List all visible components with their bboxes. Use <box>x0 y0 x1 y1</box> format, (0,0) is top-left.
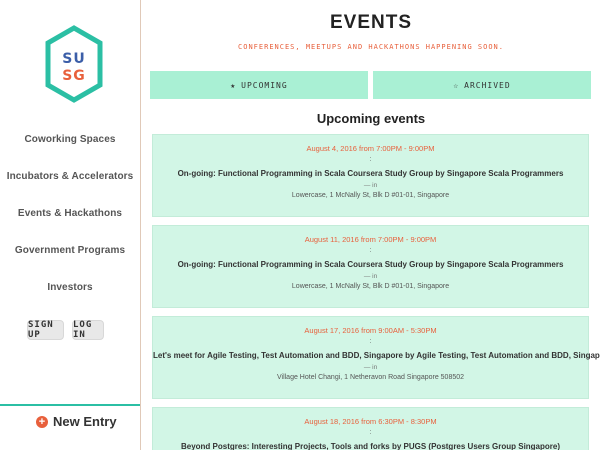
logo-text-su: SU <box>62 51 85 67</box>
page-title: EVENTS <box>329 12 413 33</box>
event-venue: Lowercase, 1 McNally St, Blk D #01-01, S… <box>291 192 450 199</box>
sidebar-item-events-hackathons[interactable]: Events & Hackathons <box>0 208 140 219</box>
tab-archived[interactable]: ☆ ARCHIVED <box>373 71 591 99</box>
star-outline-icon: ☆ <box>453 80 460 90</box>
event-title[interactable]: On-going: Functional Programming in Scal… <box>153 169 588 178</box>
event-in-label: — in <box>363 273 378 280</box>
page-subtitle: CONFERENCES, MEETUPS AND HACKATHONS HAPP… <box>238 43 504 51</box>
logo-text-sg: SG <box>62 68 86 84</box>
event-date: August 11, 2016 from 7:00PM - 9:00PM <box>304 235 437 244</box>
event-date: August 18, 2016 from 6:30PM - 8:30PM <box>304 417 437 426</box>
sidebar-item-coworking-spaces[interactable]: Coworking Spaces <box>0 134 140 145</box>
star-filled-icon: ★ <box>230 80 237 90</box>
tab-upcoming[interactable]: ★ UPCOMING <box>150 71 368 99</box>
event-in-label: — in <box>363 364 378 371</box>
plus-circle-icon: + <box>36 415 48 428</box>
event-separator: : <box>369 247 372 254</box>
sidebar-item-government-programs[interactable]: Government Programs <box>0 245 140 256</box>
sidebar-item-investors[interactable]: Investors <box>0 282 140 293</box>
event-venue: Village Hotel Changi, 1 Netheravon Road … <box>276 374 465 381</box>
sidebar-footer: + New Entry <box>0 404 140 450</box>
sidebar-item-incubators-accelerators[interactable]: Incubators & Accelerators <box>0 171 140 182</box>
event-separator: : <box>369 338 372 345</box>
new-entry-button[interactable]: + New Entry <box>36 414 117 429</box>
event-separator: : <box>369 429 372 436</box>
susg-logo[interactable]: SU SG <box>44 24 104 104</box>
event-title[interactable]: Let's meet for Agile Testing, Test Autom… <box>153 351 600 360</box>
event-title[interactable]: On-going: Functional Programming in Scal… <box>153 260 588 269</box>
event-card[interactable]: August 11, 2016 from 7:00PM - 9:00PM : O… <box>152 225 589 308</box>
event-card[interactable]: August 4, 2016 from 7:00PM - 9:00PM : On… <box>152 134 589 217</box>
sidebar: SU SG Coworking Spaces Incubators & Acce… <box>0 0 141 450</box>
sign-up-button[interactable]: SIGN UP <box>27 320 64 340</box>
event-card[interactable]: August 18, 2016 from 6:30PM - 8:30PM : B… <box>152 407 589 450</box>
main-content: EVENTS CONFERENCES, MEETUPS AND HACKATHO… <box>142 0 600 450</box>
new-entry-label: New Entry <box>53 414 117 429</box>
event-venue: Lowercase, 1 McNally St, Blk D #01-01, S… <box>291 283 450 290</box>
event-title[interactable]: Beyond Postgres: Interesting Projects, T… <box>153 442 588 450</box>
event-date: August 4, 2016 from 7:00PM - 9:00PM <box>306 144 435 153</box>
event-separator: : <box>369 156 372 163</box>
log-in-button[interactable]: LOG IN <box>72 320 104 340</box>
section-heading: Upcoming events <box>316 111 426 126</box>
event-in-label: — in <box>363 182 378 189</box>
tab-archived-label: ARCHIVED <box>464 80 511 90</box>
event-card[interactable]: August 17, 2016 from 9:00AM - 5:30PM : L… <box>152 316 600 399</box>
event-date: August 17, 2016 from 9:00AM - 5:30PM <box>304 326 437 335</box>
tab-upcoming-label: UPCOMING <box>241 80 288 90</box>
